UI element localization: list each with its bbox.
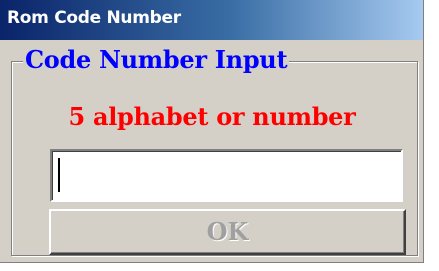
input-hint-label: 5 alphabet or number — [68, 102, 356, 131]
title-bar[interactable]: Rom Code Number — [0, 0, 423, 40]
ok-button[interactable]: OK — [49, 209, 406, 255]
window-title: Rom Code Number — [7, 8, 181, 28]
ok-button-label: OK — [206, 217, 249, 246]
text-caret — [58, 158, 60, 192]
rom-code-dialog: Rom Code Number Code Number Input 5 alph… — [0, 0, 424, 263]
code-number-input[interactable] — [50, 149, 403, 202]
groupbox-legend: Code Number Input — [23, 45, 290, 75]
